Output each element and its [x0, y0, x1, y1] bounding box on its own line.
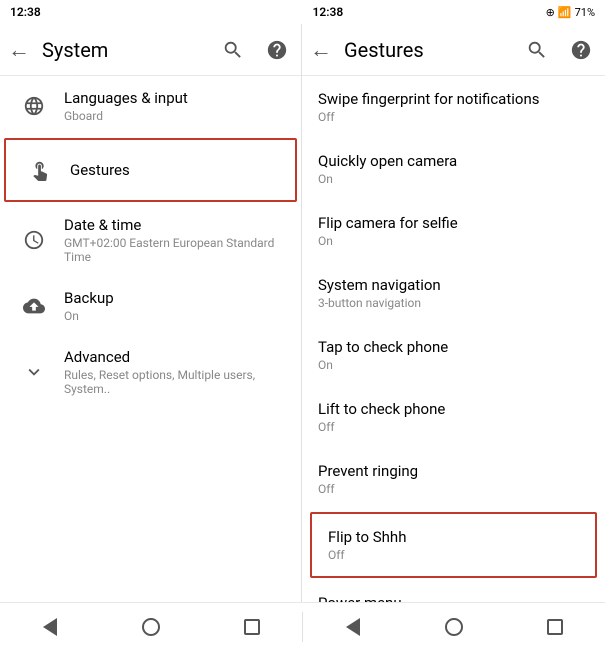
- flip-camera-title: Flip camera for selfie: [318, 214, 589, 232]
- main-content: ← System Languages & input Gboard: [0, 24, 605, 602]
- backup-text: Backup On: [64, 289, 285, 323]
- right-recent-nav-button[interactable]: [535, 607, 575, 647]
- chevron-down-icon: [16, 354, 52, 390]
- settings-item-gestures[interactable]: Gestures: [4, 138, 297, 202]
- gesture-item-lift-check[interactable]: Lift to check phone Off: [302, 386, 605, 448]
- tap-check-subtitle: On: [318, 358, 589, 372]
- right-help-button[interactable]: [565, 34, 597, 66]
- settings-item-backup[interactable]: Backup On: [0, 276, 301, 336]
- right-recent-nav-icon: [547, 619, 563, 635]
- right-home-nav-icon: [445, 618, 463, 636]
- battery-text: 71%: [575, 6, 595, 19]
- status-icons-right: ⊕ 📶 71%: [546, 6, 595, 19]
- right-back-nav-icon: [346, 618, 360, 636]
- left-back-button[interactable]: ←: [8, 37, 30, 63]
- gestures-icon: [22, 152, 58, 188]
- gestures-title: Gestures: [70, 161, 279, 179]
- left-panel: ← System Languages & input Gboard: [0, 24, 302, 602]
- flip-camera-subtitle: On: [318, 234, 589, 248]
- swipe-fingerprint-subtitle: Off: [318, 110, 589, 124]
- advanced-title: Advanced: [64, 348, 285, 366]
- right-search-button[interactable]: [521, 34, 553, 66]
- back-nav-icon: [43, 618, 57, 636]
- languages-subtitle: Gboard: [64, 109, 285, 123]
- right-back-nav-button[interactable]: [333, 607, 373, 647]
- languages-text: Languages & input Gboard: [64, 89, 285, 123]
- datetime-text: Date & time GMT+02:00 Eastern European S…: [64, 216, 285, 264]
- right-gestures-list: Swipe fingerprint for notifications Off …: [302, 76, 605, 602]
- status-bar-right: 12:38 ⊕ 📶 71%: [303, 0, 605, 24]
- right-toolbar: ← Gestures: [302, 24, 605, 76]
- left-settings-list: Languages & input Gboard Gestures: [0, 76, 301, 602]
- flip-shhh-subtitle: Off: [328, 548, 579, 562]
- left-home-nav-button[interactable]: [131, 607, 171, 647]
- gesture-item-prevent-ringing[interactable]: Prevent ringing Off: [302, 448, 605, 510]
- clock-icon: [16, 222, 52, 258]
- prevent-ringing-title: Prevent ringing: [318, 462, 589, 480]
- gesture-item-flip-shhh[interactable]: Flip to Shhh Off: [310, 512, 597, 578]
- languages-title: Languages & input: [64, 89, 285, 107]
- status-bar: 12:38 12:38 ⊕ 📶 71%: [0, 0, 605, 24]
- open-camera-title: Quickly open camera: [318, 152, 589, 170]
- right-home-nav-button[interactable]: [434, 607, 474, 647]
- recent-nav-icon: [244, 619, 260, 635]
- right-toolbar-icons: [521, 34, 597, 66]
- right-back-button[interactable]: ←: [310, 37, 332, 63]
- settings-item-languages[interactable]: Languages & input Gboard: [0, 76, 301, 136]
- nav-bar-right: [303, 607, 605, 647]
- right-panel-title: Gestures: [344, 38, 521, 62]
- gesture-item-tap-check[interactable]: Tap to check phone On: [302, 324, 605, 386]
- left-recent-nav-button[interactable]: [232, 607, 272, 647]
- left-search-button[interactable]: [217, 34, 249, 66]
- power-menu-title: Power menu: [318, 594, 589, 602]
- gesture-item-open-camera[interactable]: Quickly open camera On: [302, 138, 605, 200]
- lift-check-title: Lift to check phone: [318, 400, 589, 418]
- prevent-ringing-subtitle: Off: [318, 482, 589, 496]
- swipe-fingerprint-title: Swipe fingerprint for notifications: [318, 90, 589, 108]
- left-help-button[interactable]: [261, 34, 293, 66]
- datetime-subtitle: GMT+02:00 Eastern European Standard Time: [64, 236, 285, 264]
- left-back-nav-button[interactable]: [30, 607, 70, 647]
- lift-check-subtitle: Off: [318, 420, 589, 434]
- tap-check-title: Tap to check phone: [318, 338, 589, 356]
- home-nav-icon: [142, 618, 160, 636]
- status-time-right: 12:38: [313, 5, 344, 19]
- left-toolbar: ← System: [0, 24, 301, 76]
- gesture-item-swipe-fingerprint[interactable]: Swipe fingerprint for notifications Off: [302, 76, 605, 138]
- do-not-disturb-icon: ⊕: [546, 6, 555, 19]
- flip-shhh-title: Flip to Shhh: [328, 528, 579, 546]
- advanced-subtitle: Rules, Reset options, Multiple users, Sy…: [64, 368, 285, 396]
- nav-bar-left: [0, 607, 302, 647]
- settings-item-advanced[interactable]: Advanced Rules, Reset options, Multiple …: [0, 336, 301, 408]
- backup-subtitle: On: [64, 309, 285, 323]
- settings-item-datetime[interactable]: Date & time GMT+02:00 Eastern European S…: [0, 204, 301, 276]
- status-time-left: 12:38: [10, 5, 41, 19]
- status-bar-left: 12:38: [0, 0, 303, 24]
- nav-bar: [0, 602, 605, 650]
- system-navigation-title: System navigation: [318, 276, 589, 294]
- wifi-icon: 📶: [558, 6, 572, 19]
- gesture-item-system-navigation[interactable]: System navigation 3-button navigation: [302, 262, 605, 324]
- gestures-text: Gestures: [70, 161, 279, 179]
- language-icon: [16, 88, 52, 124]
- backup-title: Backup: [64, 289, 285, 307]
- advanced-text: Advanced Rules, Reset options, Multiple …: [64, 348, 285, 396]
- left-toolbar-icons: [217, 34, 293, 66]
- datetime-title: Date & time: [64, 216, 285, 234]
- open-camera-subtitle: On: [318, 172, 589, 186]
- system-navigation-subtitle: 3-button navigation: [318, 296, 589, 310]
- gesture-item-flip-camera[interactable]: Flip camera for selfie On: [302, 200, 605, 262]
- right-panel: ← Gestures Swipe fingerprint for notific…: [302, 24, 605, 602]
- left-panel-title: System: [42, 38, 217, 62]
- backup-icon: [16, 288, 52, 324]
- gesture-item-power-menu[interactable]: Power menu Show device controls: [302, 580, 605, 602]
